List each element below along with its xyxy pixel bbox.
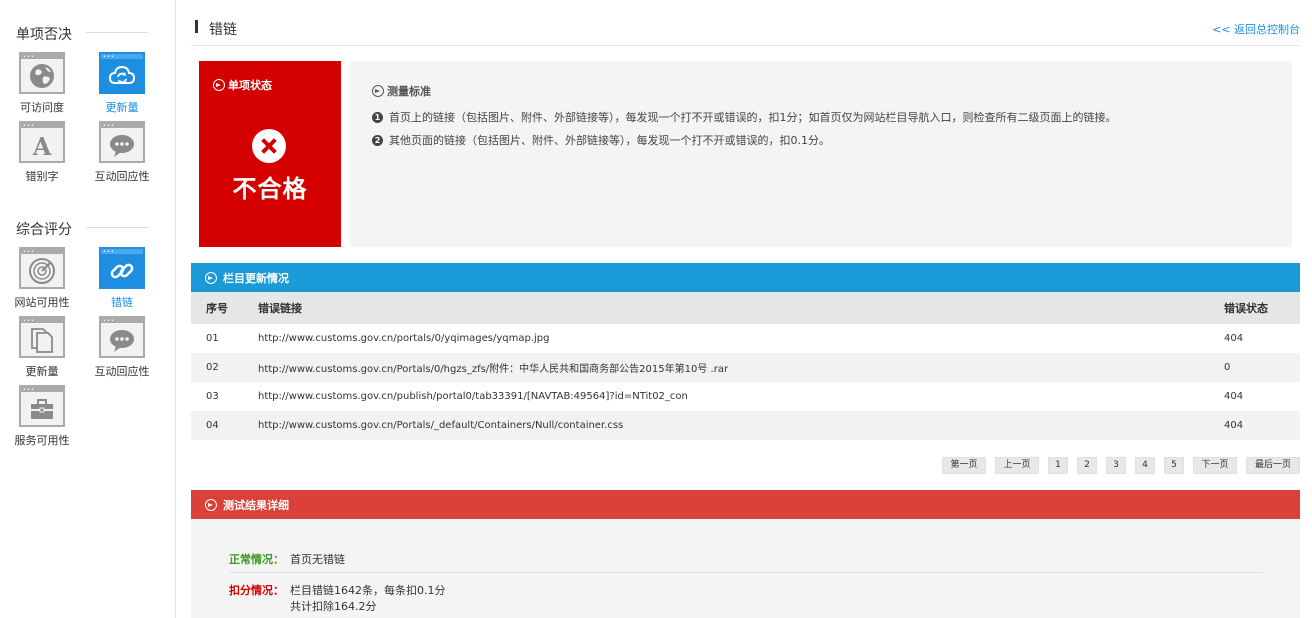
number-badge: 1	[372, 111, 383, 123]
radar-icon	[29, 258, 55, 284]
sidebar-item-broken-links[interactable]: ••• 错链	[82, 247, 162, 310]
table-row: 03 http://www.customs.gov.cn/publish/por…	[191, 382, 1300, 411]
sidebar-item-service-availability[interactable]: ••• 服务可用性	[2, 385, 82, 448]
band-title: 栏目更新情况	[223, 271, 289, 285]
status-heading-text: 单项状态	[228, 79, 272, 92]
documents-icon	[31, 328, 53, 353]
table-row: 02 http://www.customs.gov.cn/Portals/0/h…	[191, 353, 1300, 382]
page-3-button[interactable]: 3	[1106, 457, 1126, 474]
sidebar-item-label: 互动回应性	[94, 170, 150, 183]
divider	[86, 32, 148, 33]
sidebar: 单项否决 ••• 可访问度 ••• 更新量 ••• A 错别字 ••• 互动回应…	[0, 0, 176, 618]
sidebar-item-typo[interactable]: ••• A 错别字	[2, 121, 82, 184]
cell-status: 404	[1224, 382, 1300, 411]
status-verdict: 不合格	[232, 175, 308, 203]
sidebar-item-interaction[interactable]: ••• 互动回应性	[82, 121, 162, 184]
table-row: 04 http://www.customs.gov.cn/Portals/_de…	[191, 411, 1300, 440]
cell-status: 404	[1224, 411, 1300, 440]
criteria-panel: 测量标准 1 首页上的链接（包括图片、附件、外部链接等），每发现一个打不开或错误…	[350, 61, 1292, 247]
page-1-button[interactable]: 1	[1048, 457, 1068, 474]
arrow-circle-icon	[213, 79, 225, 91]
deduct-label: 扣分情况：	[229, 584, 284, 597]
sidebar-item-label: 服务可用性	[14, 434, 70, 447]
cell-index: 01	[191, 324, 258, 353]
back-to-console-link[interactable]: << 返回总控制台	[1212, 21, 1300, 37]
criteria-rule: 1 首页上的链接（包括图片、附件、外部链接等），每发现一个打不开或错误的，扣1分…	[372, 109, 1117, 125]
normal-label: 正常情况：	[229, 553, 284, 566]
divider	[229, 572, 1263, 573]
cell-index: 03	[191, 382, 258, 411]
cell-index: 04	[191, 411, 258, 440]
arrow-circle-icon	[372, 85, 384, 97]
last-page-button[interactable]: 最后一页	[1246, 457, 1300, 474]
divider	[86, 227, 148, 228]
fail-x-icon	[252, 129, 286, 163]
sidebar-item-label: 更新量	[105, 101, 139, 114]
test-result-detail: 正常情况： 首页无错链 扣分情况： 栏目错链1642条，每条扣0.1分 共计扣除…	[191, 519, 1300, 618]
col-header-link: 错误链接	[258, 292, 1224, 324]
next-page-button[interactable]: 下一页	[1193, 457, 1237, 474]
col-header-index: 序号	[191, 292, 258, 324]
status-panel: 单项状态 不合格	[199, 61, 341, 247]
normal-value: 首页无错链	[290, 553, 345, 566]
criteria-heading: 测量标准	[372, 83, 431, 99]
section-title-score: 综合评分	[16, 222, 72, 238]
status-heading: 单项状态	[213, 77, 272, 93]
globe-icon	[30, 64, 54, 88]
table-header-row: 序号 错误链接 错误状态	[191, 292, 1300, 324]
sidebar-item-label: 错别字	[25, 170, 59, 183]
sidebar-item-label: 更新量	[25, 365, 59, 378]
page-header: 错链 << 返回总控制台	[191, 16, 1300, 46]
page-5-button[interactable]: 5	[1164, 457, 1184, 474]
letter-a-icon: A	[32, 132, 52, 159]
cloud-refresh-icon	[108, 65, 136, 84]
criteria-heading-text: 测量标准	[387, 85, 431, 98]
sidebar-item-label: 网站可用性	[14, 296, 70, 309]
page-title: 错链	[209, 22, 237, 38]
prev-page-button[interactable]: 上一页	[995, 457, 1039, 474]
chat-bubble-icon	[110, 330, 134, 352]
sidebar-item-label: 互动回应性	[94, 365, 150, 378]
sidebar-item-update-volume[interactable]: ••• 更新量	[82, 52, 162, 115]
broken-links-table: 序号 错误链接 错误状态 01 http://www.customs.gov.c…	[191, 292, 1300, 440]
sidebar-item-interaction-2[interactable]: ••• 互动回应性	[82, 316, 162, 379]
cell-link[interactable]: http://www.customs.gov.cn/Portals/0/hgzs…	[258, 353, 1224, 382]
table-row: 01 http://www.customs.gov.cn/portals/0/y…	[191, 324, 1300, 353]
column-update-header: 栏目更新情况	[191, 263, 1300, 292]
briefcase-icon	[31, 399, 53, 419]
cell-status: 0	[1224, 353, 1300, 382]
test-result-header: 测试结果详细	[191, 490, 1300, 519]
link-icon	[110, 263, 134, 279]
sidebar-item-label: 错链	[111, 296, 133, 309]
page-4-button[interactable]: 4	[1135, 457, 1155, 474]
arrow-circle-icon	[205, 498, 217, 511]
rule-text: 首页上的链接（包括图片、附件、外部链接等），每发现一个打不开或错误的，扣1分；如…	[389, 111, 1117, 124]
cell-index: 02	[191, 353, 258, 382]
arrow-circle-icon	[205, 271, 217, 284]
title-bar-accent	[195, 20, 198, 33]
rule-text: 其他页面的链接（包括图片、附件、外部链接等），每发现一个打不开或错误的，扣0.1…	[389, 134, 830, 147]
cell-link[interactable]: http://www.customs.gov.cn/Portals/_defau…	[258, 411, 1224, 440]
svg-text:A: A	[32, 132, 52, 159]
cell-link[interactable]: http://www.customs.gov.cn/publish/portal…	[258, 382, 1224, 411]
first-page-button[interactable]: 第一页	[942, 457, 986, 474]
deduct-value-line1: 栏目错链1642条，每条扣0.1分	[290, 584, 446, 597]
page-2-button[interactable]: 2	[1077, 457, 1097, 474]
sidebar-item-label: 可访问度	[20, 101, 64, 114]
criteria-rule: 2 其他页面的链接（包括图片、附件、外部链接等），每发现一个打不开或错误的，扣0…	[372, 132, 830, 148]
cell-status: 404	[1224, 324, 1300, 353]
sidebar-item-site-availability[interactable]: ••• 网站可用性	[2, 247, 82, 310]
number-badge: 2	[372, 134, 383, 146]
sidebar-item-update-volume-2[interactable]: ••• 更新量	[2, 316, 82, 379]
cell-link[interactable]: http://www.customs.gov.cn/portals/0/yqim…	[258, 324, 1224, 353]
band-title: 测试结果详细	[223, 498, 289, 512]
section-title-veto: 单项否决	[16, 27, 72, 43]
col-header-status: 错误状态	[1224, 292, 1300, 324]
chat-bubble-icon	[110, 135, 134, 157]
deduct-value-line2: 共计扣除164.2分	[290, 600, 377, 613]
sidebar-item-accessibility[interactable]: ••• 可访问度	[2, 52, 82, 115]
pagination: 第一页 上一页 1 2 3 4 5 下一页 最后一页	[942, 457, 1300, 474]
